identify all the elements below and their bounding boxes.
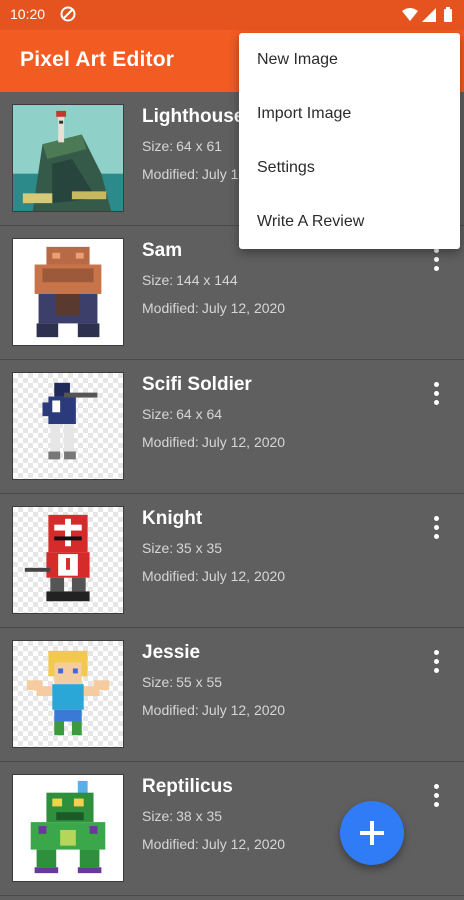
size-label: Size: — [142, 138, 174, 154]
more-options-icon[interactable] — [426, 650, 446, 676]
size-label: Size: — [142, 272, 174, 288]
size-label: Size: — [142, 540, 174, 556]
item-name: Reptilicus — [142, 776, 233, 797]
modified-label: Modified: — [142, 836, 199, 852]
menu-item-write-review[interactable]: Write A Review — [239, 195, 460, 249]
cell-signal-icon — [422, 8, 436, 22]
size-label: Size: — [142, 406, 174, 422]
battery-icon — [444, 9, 452, 22]
size-value: 144 x 144 — [176, 272, 238, 288]
size-value: 64 x 61 — [176, 138, 223, 154]
item-size: Size: 55 x 55 — [142, 674, 285, 690]
item-modified: Modified:July 12, 2020 — [142, 568, 285, 584]
modified-label: Modified: — [142, 166, 199, 182]
item-name: Scifi Soldier — [142, 374, 252, 395]
jessie-thumbnail — [12, 640, 124, 748]
soldier-pixel-art — [42, 382, 98, 460]
more-options-icon[interactable] — [426, 516, 446, 542]
add-image-button[interactable] — [340, 801, 404, 865]
robot-pixel-art — [13, 239, 123, 345]
list-item[interactable]: Knight Size: 35 x 35 Modified: July 12, 20… — [0, 494, 464, 628]
system-icons — [402, 7, 452, 22]
menu-item-import-image[interactable]: Import Image — [239, 87, 460, 141]
item-size: Size: 64 x 64 — [142, 406, 285, 422]
item-modified: Modified:July 12, 2020 — [142, 836, 285, 852]
more-options-icon[interactable] — [426, 784, 446, 810]
item-size: Size: 144 x 144 — [142, 272, 285, 288]
list-item[interactable]: Scifi Soldier Size: 64 x 64 Modified: July… — [0, 360, 464, 494]
item-info: Knight Size: 35 x 35 Modified: July 12, 20… — [142, 504, 285, 584]
item-name: Jessie — [142, 642, 201, 663]
item-info: Reptilicus Size: 38 x 35 Modified: July 12… — [142, 772, 285, 852]
item-modified: Modified:July 12, 2020 — [142, 702, 285, 718]
item-name: Knight — [142, 508, 203, 529]
plus-icon — [360, 821, 384, 845]
more-options-icon[interactable] — [426, 382, 446, 408]
modified-value: July 12, 2020 — [201, 300, 286, 316]
size-value: 38 x 35 — [176, 808, 223, 824]
status-time: 10:20 — [10, 6, 46, 22]
girl-pixel-art — [26, 650, 110, 736]
menu-item-new-image[interactable]: New Image — [239, 33, 460, 87]
size-value: 64 x 64 — [176, 406, 223, 422]
item-info: Scifi Soldier Size: 64 x 64 Modified: July… — [142, 370, 285, 450]
size-value: 35 x 35 — [176, 540, 223, 556]
wifi-icon — [402, 8, 418, 21]
modified-label: Modified: — [142, 300, 199, 316]
size-label: Size: — [142, 674, 174, 690]
modified-label: Modified: — [142, 568, 199, 584]
dragon-pixel-art — [13, 775, 123, 881]
modified-value: July 12, 2020 — [201, 568, 286, 584]
modified-label: Modified: — [142, 434, 199, 450]
size-value: 55 x 55 — [176, 674, 223, 690]
list-item[interactable]: Jessie Size: 55 x 55 Modified: July 12, 20… — [0, 628, 464, 762]
scifi-soldier-thumbnail — [12, 372, 124, 480]
do-not-disturb-icon — [60, 6, 76, 22]
lighthouse-pixel-art — [13, 105, 123, 211]
overflow-menu: New Image Import Image Settings Write A … — [239, 33, 460, 249]
knight-thumbnail — [12, 506, 124, 614]
sam-thumbnail — [12, 238, 124, 346]
item-size: Size: 38 x 35 — [142, 808, 285, 824]
modified-value: July 12, 2020 — [201, 434, 286, 450]
item-info: Jessie Size: 55 x 55 Modified: July 12, 20… — [142, 638, 285, 718]
item-size: Size: 35 x 35 — [142, 540, 285, 556]
reptilicus-thumbnail — [12, 774, 124, 882]
size-label: Size: — [142, 808, 174, 824]
modified-value: July 12, 2020 — [201, 702, 286, 718]
item-modified: Modified:July 12, 2020 — [142, 434, 285, 450]
lighthouse-thumbnail — [12, 104, 124, 212]
modified-value: July 12, 2020 — [201, 836, 286, 852]
more-options-icon[interactable] — [426, 248, 446, 274]
menu-item-settings[interactable]: Settings — [239, 141, 460, 195]
status-bar: 10:20 — [0, 0, 464, 30]
modified-label: Modified: — [142, 702, 199, 718]
app-title: Pixel Art Editor — [20, 48, 175, 71]
item-modified: Modified:July 12, 2020 — [142, 300, 285, 316]
knight-pixel-art — [24, 514, 90, 602]
